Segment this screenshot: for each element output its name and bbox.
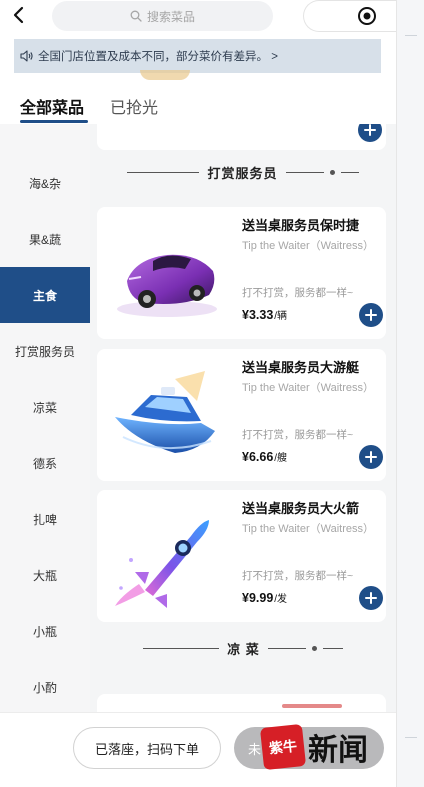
product-name: 送当桌服务员大火箭 bbox=[242, 501, 360, 516]
checkout-label: 未 bbox=[248, 741, 262, 757]
price-value: ¥3.33 bbox=[242, 308, 274, 322]
sidebar-item-fruit-veg[interactable]: 果&蔬 bbox=[0, 211, 90, 267]
price-unit: /发 bbox=[274, 594, 288, 605]
sidebar-item-small-bottle[interactable]: 小瓶 bbox=[0, 603, 90, 659]
section-line bbox=[127, 171, 200, 173]
product-card bbox=[97, 124, 386, 150]
product-card[interactable]: 送当桌服务员保时捷 Tip the Waiter（Waitress） 打不打赏，… bbox=[97, 207, 386, 339]
news-watermark: 紫牛 新闻 bbox=[259, 723, 368, 771]
product-price: ¥6.66/艘 bbox=[242, 449, 287, 464]
add-to-cart-button[interactable] bbox=[358, 124, 382, 142]
back-arrow-icon[interactable] bbox=[9, 4, 31, 26]
sidebar-item-large-bottle[interactable]: 大瓶 bbox=[0, 547, 90, 603]
product-image-rocket bbox=[115, 520, 209, 608]
section-dot bbox=[329, 169, 335, 175]
price-unit: /辆 bbox=[274, 311, 288, 322]
active-tab-indicator bbox=[20, 120, 88, 123]
category-tabs: 全部菜品 已抢光 bbox=[0, 80, 396, 124]
product-price: ¥9.99/发 bbox=[242, 590, 287, 605]
notice-banner[interactable]: 全国门店位置及成本不同，部分菜价有差异。 > bbox=[14, 39, 381, 73]
speaker-icon bbox=[20, 50, 33, 62]
menu-app: 搜索菜品 全国门店位置及成本不同，部分菜价有差异。 > 全部菜品 已抢光 海&杂… bbox=[0, 0, 396, 787]
section-line bbox=[340, 171, 359, 173]
sidebar-item-tip-waiter[interactable]: 打赏服务员 bbox=[0, 323, 90, 379]
watermark-logo: 紫牛 bbox=[259, 723, 307, 771]
product-description: 打不打赏，服务都一样~ bbox=[242, 570, 354, 582]
product-name: 送当桌服务员大游艇 bbox=[242, 360, 360, 375]
sidebar-item-draft-beer[interactable]: 扎啤 bbox=[0, 491, 90, 547]
product-image-yacht bbox=[115, 371, 215, 453]
search-input[interactable]: 搜索菜品 bbox=[52, 1, 273, 31]
price-value: ¥9.99 bbox=[242, 591, 274, 605]
tab-all-dishes[interactable]: 全部菜品 bbox=[20, 94, 84, 118]
product-name: 送当桌服务员保时捷 bbox=[242, 218, 360, 233]
sidebar-item-cold-dishes[interactable]: 凉菜 bbox=[0, 379, 90, 435]
sidebar-item-seafood[interactable]: 海&杂 bbox=[0, 155, 90, 211]
seated-scan-order-button[interactable]: 已落座，扫码下单 bbox=[73, 727, 221, 769]
section-line bbox=[267, 647, 306, 649]
product-price: ¥3.33/辆 bbox=[242, 307, 287, 322]
product-card[interactable] bbox=[97, 694, 386, 712]
product-image-peek bbox=[140, 70, 190, 80]
watermark-text: 新闻 bbox=[308, 733, 368, 768]
price-value: ¥6.66 bbox=[242, 450, 274, 464]
search-placeholder: 搜索菜品 bbox=[146, 9, 195, 24]
gutter-divider bbox=[405, 737, 417, 738]
product-image-peek bbox=[282, 704, 342, 708]
mini-program-capsule bbox=[303, 0, 396, 32]
section-dot bbox=[311, 645, 317, 651]
product-card[interactable]: 送当桌服务员大游艇 Tip the Waiter（Waitress） 打不打赏，… bbox=[97, 349, 386, 481]
product-description: 打不打赏，服务都一样~ bbox=[242, 287, 354, 299]
price-unit: /艘 bbox=[274, 453, 288, 464]
add-to-cart-button[interactable] bbox=[359, 303, 383, 327]
gutter-divider bbox=[405, 35, 417, 36]
sidebar-item-small-drink[interactable]: 小酌 bbox=[0, 659, 90, 712]
sidebar-item-german[interactable]: 德系 bbox=[0, 435, 90, 491]
product-card[interactable]: 送当桌服务员大火箭 Tip the Waiter（Waitress） 打不打赏，… bbox=[97, 490, 386, 622]
section-header-tip: 打赏服务员 bbox=[90, 162, 396, 182]
close-target-icon[interactable] bbox=[357, 6, 377, 26]
section-title: 凉 菜 bbox=[227, 641, 260, 657]
top-bar: 搜索菜品 bbox=[0, 0, 396, 34]
tab-sold-out[interactable]: 已抢光 bbox=[110, 94, 158, 118]
add-to-cart-button[interactable] bbox=[359, 445, 383, 469]
section-title: 打赏服务员 bbox=[207, 165, 278, 181]
product-english-name: Tip the Waiter（Waitress） bbox=[242, 240, 375, 252]
product-english-name: Tip the Waiter（Waitress） bbox=[242, 382, 375, 394]
notice-text: 全国门店位置及成本不同，部分菜价有差异。 > bbox=[38, 51, 278, 63]
sidebar-item-staple[interactable]: 主食 bbox=[0, 267, 90, 323]
section-header-cold: 凉 菜 bbox=[90, 638, 396, 658]
right-gutter bbox=[396, 0, 424, 787]
search-icon bbox=[130, 10, 142, 22]
product-image-sports-car bbox=[117, 254, 217, 317]
product-english-name: Tip the Waiter（Waitress） bbox=[242, 523, 375, 535]
category-sidebar: 海&杂 果&蔬 主食 打赏服务员 凉菜 德系 扎啤 大瓶 小瓶 小酌 bbox=[0, 124, 90, 712]
section-line bbox=[143, 647, 220, 649]
menu-content: 打赏服务员 送当桌服务员保时捷 Tip the Waiter（Waitress）… bbox=[90, 124, 396, 712]
add-to-cart-button[interactable] bbox=[359, 586, 383, 610]
section-line bbox=[322, 647, 343, 649]
section-line bbox=[285, 171, 324, 173]
product-description: 打不打赏，服务都一样~ bbox=[242, 429, 354, 441]
